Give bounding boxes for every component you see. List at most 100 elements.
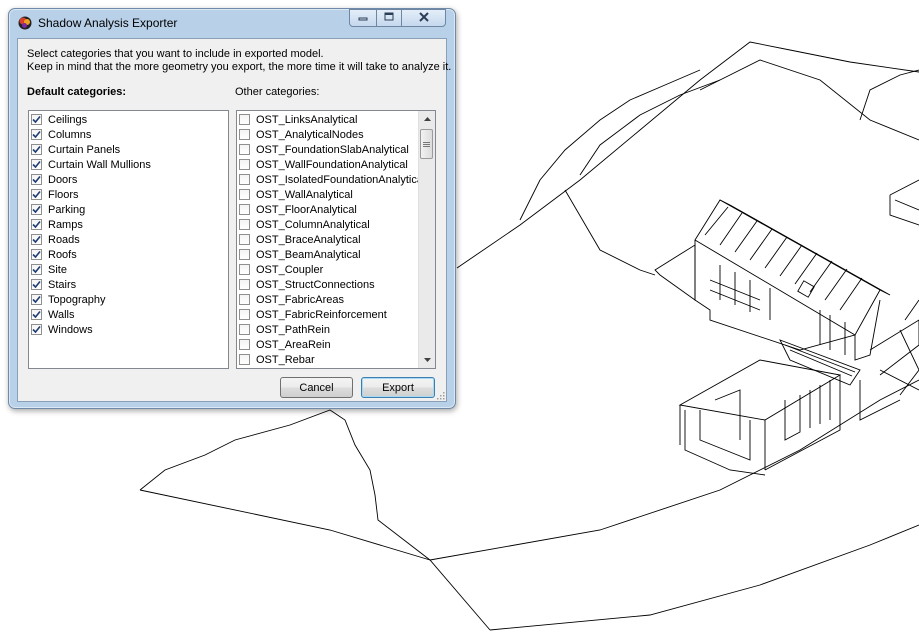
list-item[interactable]: OST_WallAnalytical <box>239 187 353 202</box>
list-item[interactable]: Doors <box>31 172 77 187</box>
scroll-up-arrow-icon[interactable] <box>421 113 433 125</box>
checkbox-checked[interactable] <box>31 114 42 125</box>
checkmark-icon <box>32 250 41 259</box>
list-item[interactable]: Site <box>31 262 67 277</box>
list-item[interactable]: Parking <box>31 202 85 217</box>
checkbox-unchecked[interactable] <box>239 174 250 185</box>
list-item[interactable]: Roofs <box>31 247 77 262</box>
list-item-label: OST_WallAnalytical <box>256 188 353 201</box>
list-item[interactable]: OST_FabricAreas <box>239 292 344 307</box>
default-categories-list[interactable]: Ceilings Columns Curtain Panels Curtain Wal… <box>28 110 229 369</box>
list-item[interactable]: OST_BraceAnalytical <box>239 232 361 247</box>
checkbox-unchecked[interactable] <box>239 234 250 245</box>
list-item[interactable]: OST_BeamAnalytical <box>239 247 361 262</box>
list-item[interactable]: Floors <box>31 187 79 202</box>
checkbox-unchecked[interactable] <box>239 219 250 230</box>
checkbox-unchecked[interactable] <box>239 189 250 200</box>
checkbox-checked[interactable] <box>31 189 42 200</box>
list-item-label: Doors <box>48 173 78 186</box>
instruction-line-1: Select categories that you want to inclu… <box>27 48 324 60</box>
checkbox-unchecked[interactable] <box>239 114 250 125</box>
list-item[interactable]: OST_AreaRein <box>239 337 331 352</box>
checkbox-checked[interactable] <box>31 279 42 290</box>
list-item-label: OST_FloorAnalytical <box>256 203 357 216</box>
list-item[interactable]: OST_AnalyticalNodes <box>239 127 364 142</box>
checkbox-checked[interactable] <box>31 309 42 320</box>
list-item[interactable]: Columns <box>31 127 91 142</box>
resize-grip-icon[interactable] <box>435 390 445 400</box>
other-categories-items: OST_LinksAnalytical OST_AnalyticalNodes OS… <box>237 111 419 368</box>
house-model <box>654 179 919 476</box>
checkbox-checked[interactable] <box>31 324 42 335</box>
checkbox-checked[interactable] <box>31 204 42 215</box>
minimize-button[interactable] <box>349 9 377 27</box>
minimize-icon <box>358 12 368 24</box>
list-item[interactable]: OST_Coupler <box>239 262 323 277</box>
maximize-button[interactable] <box>376 9 402 27</box>
checkbox-unchecked[interactable] <box>239 294 250 305</box>
scroll-down-arrow-icon[interactable] <box>421 354 433 366</box>
checkmark-icon <box>32 265 41 274</box>
checkbox-unchecked[interactable] <box>239 129 250 140</box>
checkbox-checked[interactable] <box>31 264 42 275</box>
checkbox-checked[interactable] <box>31 159 42 170</box>
checkbox-unchecked[interactable] <box>239 339 250 350</box>
checkbox-unchecked[interactable] <box>239 159 250 170</box>
list-item[interactable]: Ramps <box>31 217 83 232</box>
title-bar[interactable]: Shadow Analysis Exporter <box>9 9 455 38</box>
checkbox-checked[interactable] <box>31 129 42 140</box>
list-item-label: OST_PathRein <box>256 323 330 336</box>
list-item[interactable]: Windows <box>31 322 93 337</box>
list-item[interactable]: Roads <box>31 232 80 247</box>
checkbox-checked[interactable] <box>31 249 42 260</box>
list-item-label: Topography <box>48 293 106 306</box>
other-categories-list[interactable]: OST_LinksAnalytical OST_AnalyticalNodes OS… <box>236 110 436 369</box>
list-item[interactable]: Ceilings <box>31 112 87 127</box>
list-item-label: OST_FabricAreas <box>256 293 345 306</box>
cancel-button[interactable]: Cancel <box>280 377 353 398</box>
checkbox-unchecked[interactable] <box>239 204 250 215</box>
close-button[interactable] <box>401 9 446 27</box>
checkbox-checked[interactable] <box>31 174 42 185</box>
list-item[interactable]: Curtain Panels <box>31 142 120 157</box>
list-item[interactable]: OST_PathRein <box>239 322 330 337</box>
list-item-label: Site <box>48 263 67 276</box>
list-item[interactable]: Walls <box>31 307 74 322</box>
list-item[interactable]: OST_StructConnections <box>239 277 375 292</box>
checkbox-unchecked[interactable] <box>239 264 250 275</box>
list-item[interactable]: Stairs <box>31 277 76 292</box>
checkbox-checked[interactable] <box>31 234 42 245</box>
checkbox-unchecked[interactable] <box>239 279 250 290</box>
checkbox-checked[interactable] <box>31 144 42 155</box>
list-item[interactable]: OST_LinksAnalytical <box>239 112 358 127</box>
checkmark-icon <box>32 220 41 229</box>
list-item[interactable]: OST_FloorAnalytical <box>239 202 357 217</box>
checkbox-unchecked[interactable] <box>239 144 250 155</box>
list-item[interactable]: OST_WallFoundationAnalytical <box>239 157 408 172</box>
checkmark-icon <box>32 175 41 184</box>
checkbox-unchecked[interactable] <box>239 354 250 365</box>
list-item[interactable]: OST_FabricReinforcement <box>239 307 387 322</box>
checkmark-icon <box>32 325 41 334</box>
list-item[interactable]: OST_FoundationSlabAnalytical <box>239 142 409 157</box>
checkmark-icon <box>32 190 41 199</box>
list-item[interactable]: OST_Rebar <box>239 352 315 367</box>
checkbox-unchecked[interactable] <box>239 249 250 260</box>
vertical-scrollbar[interactable] <box>418 111 435 368</box>
list-item[interactable]: OST_ColumnAnalytical <box>239 217 370 232</box>
list-item-label: OST_AnalyticalNodes <box>256 128 364 141</box>
shadow-analysis-exporter-dialog: Shadow Analysis Exporter Select categori… <box>8 8 456 409</box>
list-item[interactable]: Curtain Wall Mullions <box>31 157 151 172</box>
export-button[interactable]: Export <box>361 377 435 398</box>
list-item[interactable]: OST_IsolatedFoundationAnalytical <box>239 172 419 187</box>
list-item[interactable]: Topography <box>31 292 106 307</box>
list-item-label: OST_BraceAnalytical <box>256 233 361 246</box>
checkmark-icon <box>32 145 41 154</box>
checkbox-unchecked[interactable] <box>239 324 250 335</box>
checkbox-checked[interactable] <box>31 294 42 305</box>
list-item-label: OST_Coupler <box>256 263 324 276</box>
scroll-thumb[interactable] <box>420 129 433 159</box>
checkbox-unchecked[interactable] <box>239 309 250 320</box>
checkbox-checked[interactable] <box>31 219 42 230</box>
list-item-label: OST_IsolatedFoundationAnalytical <box>256 173 419 186</box>
